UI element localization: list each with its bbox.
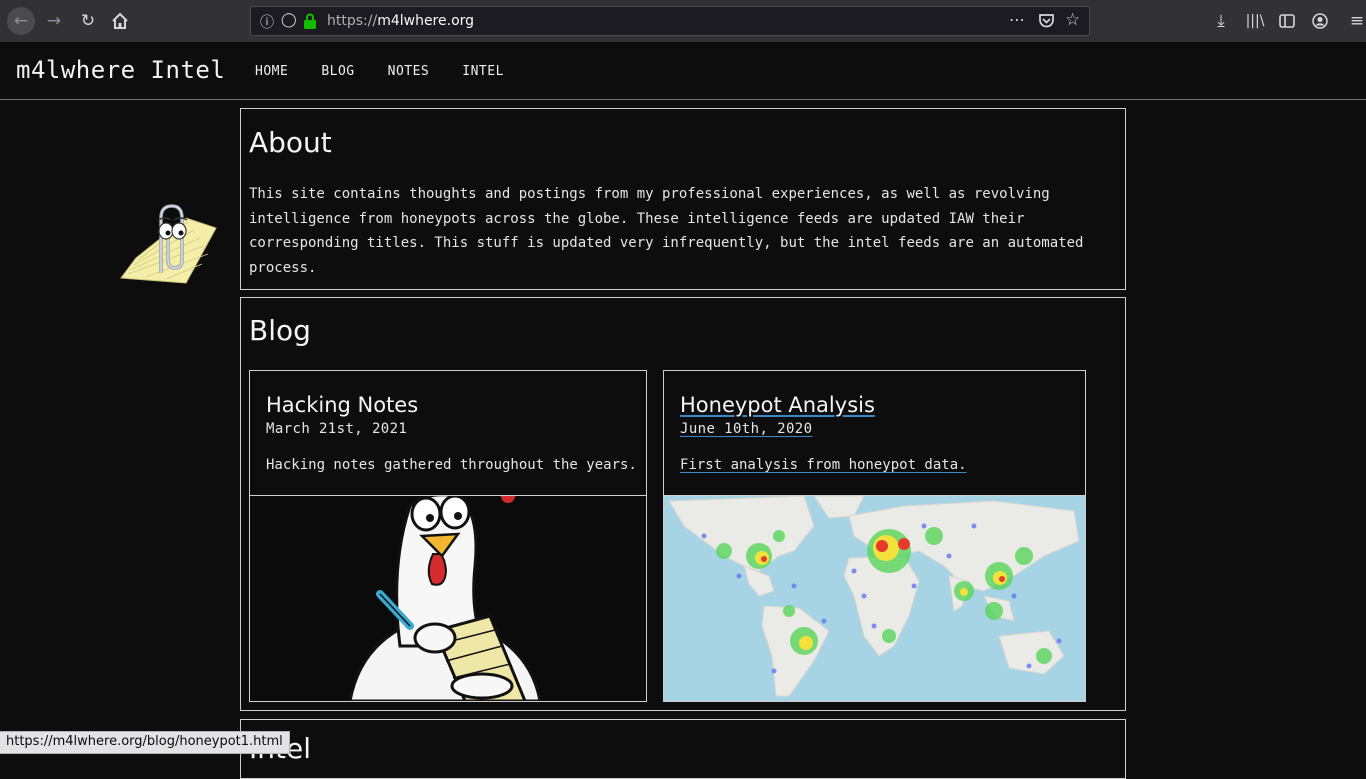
address-bar[interactable]: ⓘ ◯ https://m4lwhere.org ⋯ ☆ (250, 6, 1090, 36)
reload-icon: ↻ (80, 11, 96, 31)
bookmark-star-icon[interactable]: ☆ (1065, 10, 1080, 30)
site-brand[interactable]: m4lwhere Intel (16, 56, 225, 84)
library-button[interactable]: |||\ (1242, 8, 1268, 34)
main-nav: HOME BLOG NOTES INTEL (255, 64, 537, 79)
card-header: Hacking Notes March 21st, 2021 Hacking n… (250, 371, 646, 496)
browser-toolbar: ← → ↻ ⓘ ◯ https://m4lwhere.org ⋯ ☆ ⤓ |||… (0, 0, 1366, 43)
lock-icon[interactable] (303, 13, 317, 29)
honeypot-heatmap-image[interactable] (664, 496, 1085, 701)
reload-button[interactable]: ↻ (75, 8, 101, 34)
card-date[interactable]: June 10th, 2020 (680, 421, 812, 437)
card-date: March 21st, 2021 (266, 421, 408, 437)
home-icon (112, 12, 128, 29)
blog-card-hacking-notes[interactable]: Hacking Notes March 21st, 2021 Hacking n… (249, 370, 647, 702)
nav-notes[interactable]: NOTES (388, 64, 430, 79)
tracking-protection-icon[interactable]: ◯ (281, 12, 297, 28)
blog-section: Blog Hacking Notes March 21st, 2021 Hack… (240, 297, 1126, 711)
card-header: Honeypot Analysis June 10th, 2020 First … (664, 371, 1085, 496)
blog-card-honeypot-analysis[interactable]: Honeypot Analysis June 10th, 2020 First … (663, 370, 1086, 702)
intel-section: Intel (240, 719, 1126, 779)
url-text[interactable]: https://m4lwhere.org (327, 13, 474, 29)
nav-home[interactable]: HOME (255, 64, 288, 79)
card-description: Hacking notes gathered throughout the ye… (266, 457, 637, 473)
card-title[interactable]: Hacking Notes (266, 393, 418, 417)
arrow-left-icon: ← (13, 11, 29, 31)
nav-intel[interactable]: INTEL (462, 64, 504, 79)
about-text: This site contains thoughts and postings… (249, 186, 1084, 276)
download-icon: ⤓ (1217, 11, 1225, 31)
account-button[interactable] (1307, 8, 1333, 34)
menu-button[interactable]: ≡ (1344, 8, 1366, 34)
library-icon: |||\ (1245, 13, 1265, 29)
more-actions-icon[interactable]: ⋯ (1009, 10, 1025, 29)
site-header: m4lwhere Intel HOME BLOG NOTES INTEL (0, 43, 1366, 100)
sidebar-button[interactable] (1274, 8, 1300, 34)
account-icon (1312, 13, 1328, 29)
sidebar-icon (1279, 14, 1295, 28)
clippy-mascot-image (120, 204, 217, 284)
link-status-bar: https://m4lwhere.org/blog/honeypot1.html (0, 731, 290, 754)
url-scheme: https:// (327, 13, 378, 29)
card-description[interactable]: First analysis from honeypot data. (680, 457, 967, 473)
hamburger-menu-icon: ≡ (1349, 11, 1365, 31)
back-button[interactable]: ← (7, 7, 35, 35)
card-title[interactable]: Honeypot Analysis (680, 393, 875, 417)
nav-blog[interactable]: BLOG (321, 64, 354, 79)
url-host: m4lwhere.org (377, 13, 475, 29)
chicken-notes-image[interactable] (250, 496, 646, 701)
forward-button[interactable]: → (41, 8, 67, 34)
about-section: About This site contains thoughts and po… (240, 108, 1126, 290)
info-icon[interactable]: ⓘ (260, 12, 274, 32)
home-button[interactable] (107, 8, 133, 34)
downloads-button[interactable]: ⤓ (1208, 8, 1234, 34)
about-heading: About (249, 126, 332, 159)
pocket-icon[interactable] (1038, 13, 1055, 29)
arrow-right-icon: → (46, 11, 62, 31)
blog-heading: Blog (249, 314, 311, 347)
